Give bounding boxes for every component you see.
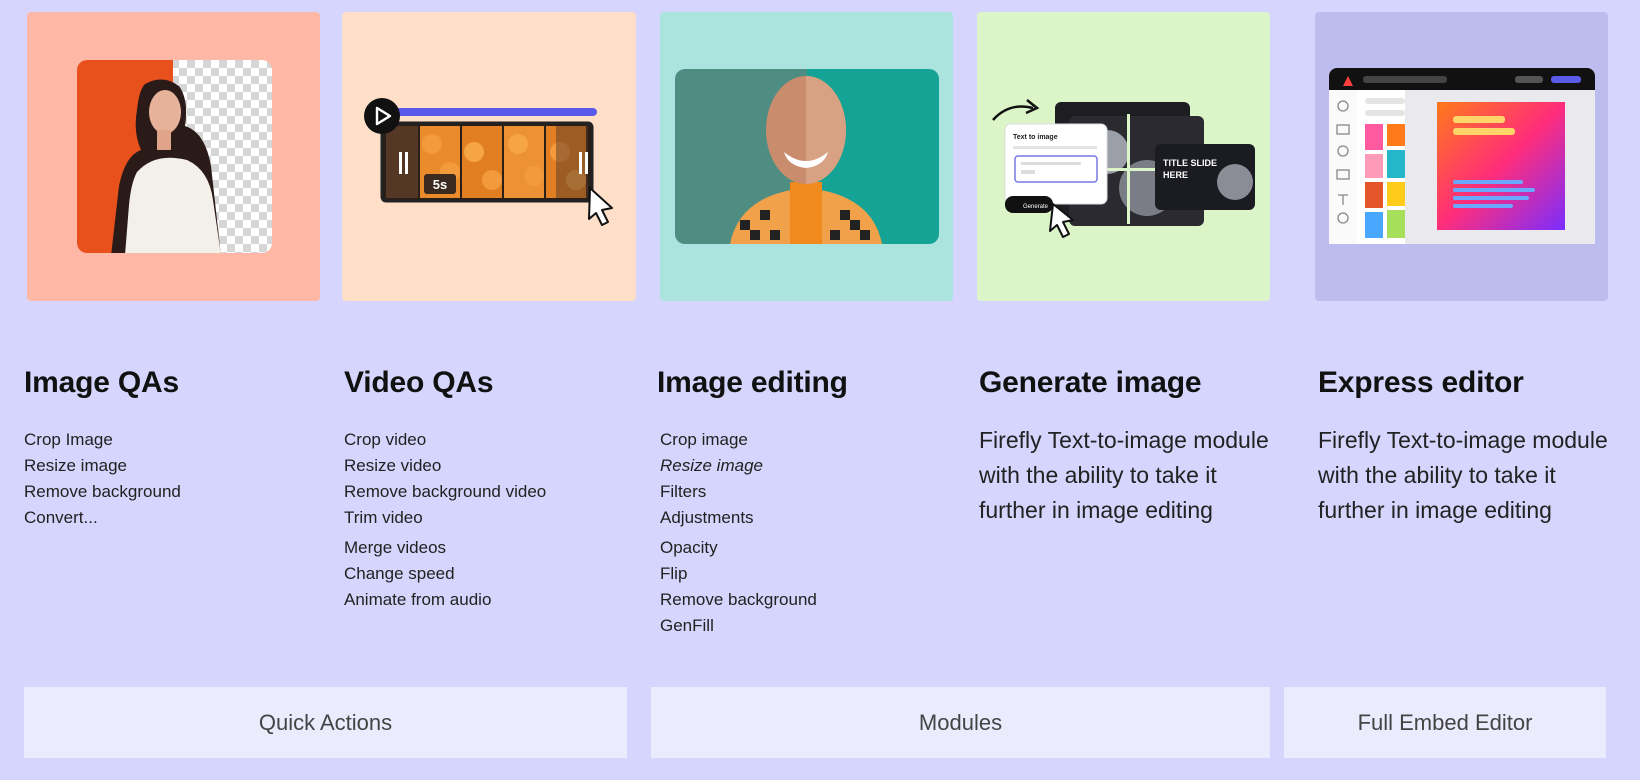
list-item: Trim video bbox=[344, 508, 423, 527]
list-item: Adjustments bbox=[660, 508, 754, 527]
background-removal-illustration bbox=[77, 60, 272, 253]
generate-image-column: Generate image Firefly Text-to-image mod… bbox=[979, 361, 1279, 528]
express-editor-column: Express editor Firefly Text-to-image mod… bbox=[1318, 361, 1618, 528]
timeline-bar bbox=[392, 108, 597, 116]
feature-list: Crop Image Resize image Remove backgroun… bbox=[24, 427, 314, 531]
image-qas-card bbox=[27, 12, 320, 301]
modules-button[interactable]: Modules bbox=[651, 687, 1270, 758]
list-item: Remove background video bbox=[344, 482, 547, 501]
svg-text:Generate: Generate bbox=[1023, 204, 1049, 210]
list-item: Opacity bbox=[660, 538, 718, 557]
list-item: Filters bbox=[660, 482, 707, 501]
list-item: GenFill bbox=[660, 616, 714, 635]
column-title: Video QAs bbox=[344, 366, 494, 399]
column-title: Image QAs bbox=[24, 366, 179, 399]
list-item: Resize image bbox=[24, 456, 127, 475]
play-icon bbox=[364, 98, 400, 134]
list-item: Animate from audio bbox=[344, 590, 492, 609]
list-item: Crop Image bbox=[24, 430, 113, 449]
list-item: Crop image bbox=[660, 430, 748, 449]
list-item: Change speed bbox=[344, 564, 455, 583]
full-embed-editor-button[interactable]: Full Embed Editor bbox=[1284, 687, 1606, 758]
portrait-edit-illustration bbox=[675, 69, 939, 244]
list-item: Remove background bbox=[24, 482, 181, 501]
svg-text:Text to image: Text to image bbox=[1013, 134, 1058, 141]
column-description: Firefly Text-to-image module with the ab… bbox=[979, 427, 1269, 523]
column-title: Express editor bbox=[1318, 366, 1524, 399]
text-to-image-illustration: TITLE SLIDE HERE Text to image Generate bbox=[992, 99, 1255, 238]
column-title: Generate image bbox=[979, 366, 1202, 399]
list-item: Crop video bbox=[344, 430, 427, 449]
video-qas-card: 5s bbox=[342, 12, 636, 301]
video-qas-column: Video QAs Crop video Resize video Remove… bbox=[344, 361, 634, 613]
svg-text:5s: 5s bbox=[433, 177, 447, 192]
cursor-icon bbox=[588, 187, 613, 226]
column-title: Image editing bbox=[657, 366, 848, 399]
image-editing-card bbox=[660, 12, 953, 301]
quick-actions-button[interactable]: Quick Actions bbox=[24, 687, 627, 758]
list-item: Merge videos bbox=[344, 538, 447, 557]
express-editor-card bbox=[1315, 12, 1608, 301]
editor-ui-illustration bbox=[1329, 68, 1595, 244]
svg-text:TITLE SLIDE: TITLE SLIDE bbox=[1163, 158, 1217, 168]
list-item: Flip bbox=[660, 564, 688, 583]
video-timeline-illustration: 5s bbox=[364, 98, 613, 226]
list-item: Remove background bbox=[660, 590, 817, 609]
image-editing-column: Image editing Crop image Resize image Fi… bbox=[657, 361, 947, 639]
list-item: Convert... bbox=[24, 508, 98, 527]
feature-list: Crop image Resize image Filters Adjustme… bbox=[657, 427, 947, 639]
list-item: Resize image bbox=[660, 456, 763, 475]
generate-image-card: TITLE SLIDE HERE Text to image Generate bbox=[977, 12, 1270, 301]
feature-list: Crop video Resize video Remove backgroun… bbox=[344, 427, 634, 613]
svg-text:HERE: HERE bbox=[1163, 170, 1188, 180]
image-qas-column: Image QAs Crop Image Resize image Remove… bbox=[24, 361, 314, 531]
column-description: Firefly Text-to-image module with the ab… bbox=[1318, 427, 1608, 523]
list-item: Resize video bbox=[344, 456, 442, 475]
